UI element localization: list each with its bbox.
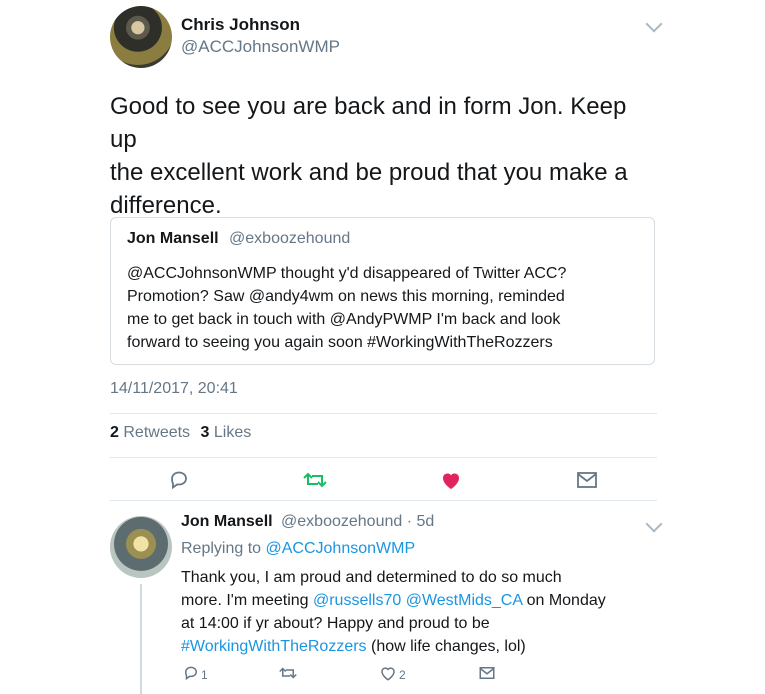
quoted-text-line: forward to seeing you again soon #Workin…	[127, 334, 553, 351]
quoted-author-name: Jon Mansell	[127, 230, 219, 247]
divider	[110, 457, 657, 458]
like-count: 3	[200, 424, 210, 441]
quoted-text-line: me to get back in touch with @AndyPWMP I…	[127, 311, 561, 328]
reply-text: Thank you, I am proud and determined to …	[181, 566, 681, 658]
reply-reply-count: 1	[201, 668, 208, 682]
quoted-text-line: Promotion? Saw @andy4wm on news this mor…	[127, 288, 565, 305]
reply-author-name[interactable]: Jon Mansell	[181, 513, 273, 530]
reply-icon[interactable]	[167, 468, 191, 492]
tweet-text: Good to see you are back and in form Jon…	[110, 90, 650, 222]
reply-text-line: #WorkingWithTheRozzers (how life changes…	[181, 635, 681, 658]
tweet-stats: 2 Retweets 3 Likes	[110, 424, 251, 442]
reply-text-line: more. I'm meeting @russells70 @WestMids_…	[181, 589, 681, 612]
author-handle[interactable]: @ACCJohnsonWMP	[181, 37, 340, 57]
replying-to-label: Replying to	[181, 540, 262, 557]
author-avatar[interactable]	[110, 6, 172, 68]
quoted-tweet-header: Jon Mansell @exboozehound	[127, 230, 350, 248]
reply-header: Jon Mansell @exboozehound · 5d	[181, 513, 434, 531]
like-stat[interactable]: 3 Likes	[201, 424, 252, 441]
mention-link[interactable]: @russells70	[313, 592, 401, 609]
reply-age: · 5d	[406, 513, 435, 530]
quoted-tweet[interactable]: Jon Mansell @exboozehound @ACCJohnsonWMP…	[110, 217, 655, 365]
author-name[interactable]: Chris Johnson	[181, 15, 300, 35]
hashtag-link[interactable]: #WorkingWithTheRozzers	[181, 638, 367, 655]
tweet-text-line: the excellent work and be proud that you…	[110, 159, 628, 186]
direct-message-icon[interactable]	[575, 468, 599, 492]
retweet-stat[interactable]: 2 Retweets	[110, 424, 190, 441]
reply-author-handle[interactable]: @exboozehound	[281, 513, 402, 530]
reply-text-segment: on Monday	[522, 592, 606, 609]
reply-text-segment: (how life changes, lol)	[366, 638, 526, 655]
retweet-icon[interactable]	[302, 468, 327, 492]
replying-to-handle[interactable]: @ACCJohnsonWMP	[266, 540, 416, 557]
reply-retweet-icon[interactable]	[278, 664, 300, 684]
retweet-label: Retweets	[123, 424, 191, 441]
tweet-text-line: Good to see you are back and in form Jon…	[110, 93, 627, 153]
divider	[110, 413, 657, 414]
quoted-text-line: @ACCJohnsonWMP thought y'd disappeared o…	[127, 265, 567, 282]
reply-reply-icon[interactable]	[182, 664, 202, 684]
quoted-author-handle: @exboozehound	[229, 230, 351, 247]
reply-text-line: at 14:00 if yr about? Happy and proud to…	[181, 615, 490, 632]
chevron-down-icon[interactable]	[645, 15, 663, 33]
reply-like-icon[interactable]	[379, 664, 399, 684]
divider	[110, 500, 657, 501]
reply-text-line: Thank you, I am proud and determined to …	[181, 569, 562, 586]
mention-link[interactable]: @WestMids_CA	[406, 592, 522, 609]
chevron-down-icon[interactable]	[645, 515, 663, 533]
tweet-timestamp[interactable]: 14/11/2017, 20:41	[110, 380, 238, 398]
reply-text-segment: more. I'm meeting	[181, 592, 313, 609]
retweet-count: 2	[110, 424, 119, 441]
reply-like-count: 2	[399, 668, 406, 682]
replying-to: Replying to @ACCJohnsonWMP	[181, 540, 415, 558]
reply-author-avatar[interactable]	[110, 516, 172, 578]
like-icon[interactable]	[439, 468, 463, 492]
thread-line	[140, 584, 142, 694]
reply-message-icon[interactable]	[478, 664, 498, 684]
like-label: Likes	[213, 424, 252, 441]
quoted-tweet-text: @ACCJohnsonWMP thought y'd disappeared o…	[127, 262, 637, 354]
